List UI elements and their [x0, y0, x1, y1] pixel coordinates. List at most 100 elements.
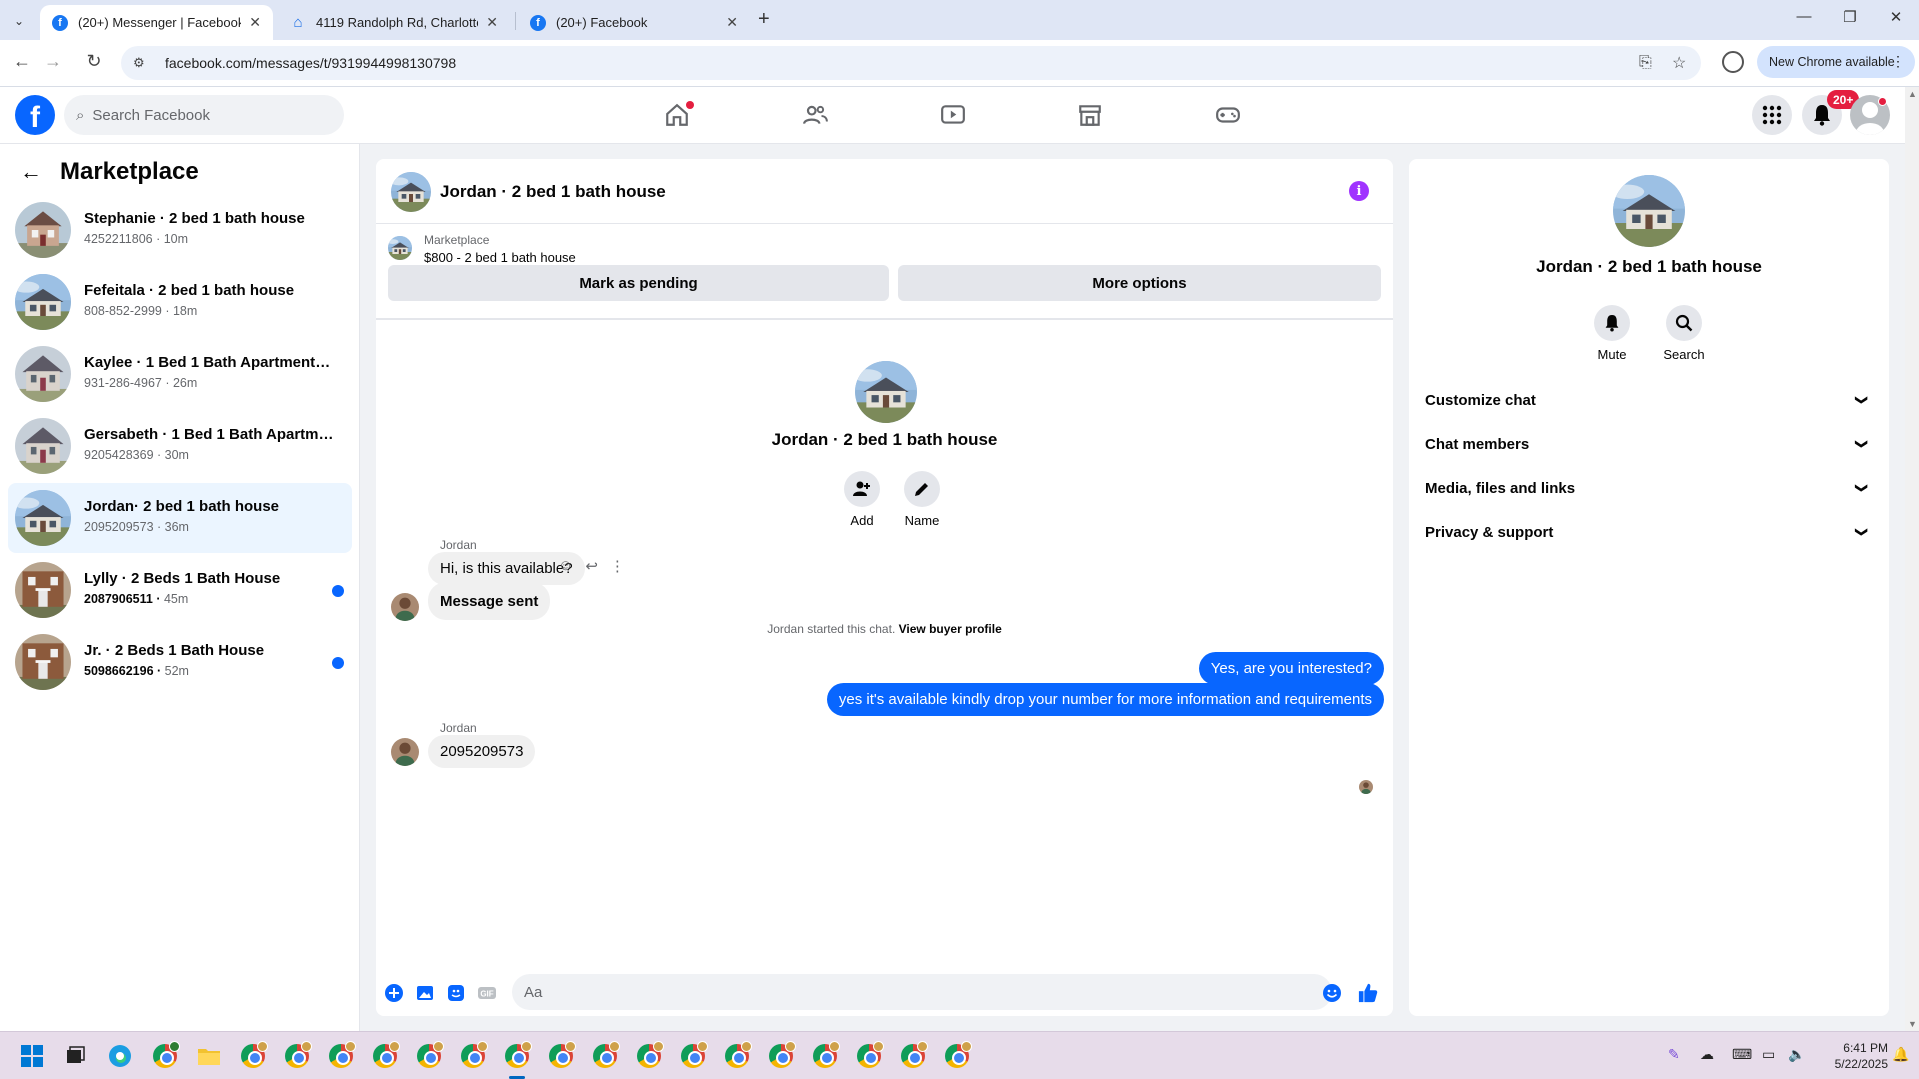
chrome-taskbar-icon[interactable] — [458, 1041, 488, 1071]
gif-icon[interactable]: GIF — [477, 983, 497, 1003]
more-icon[interactable]: ⋮ — [610, 557, 625, 575]
tab-zillow[interactable]: ⌂ 4119 Randolph Rd, Charlotte, N ✕ — [278, 5, 510, 40]
more-options-button[interactable]: More options — [898, 265, 1381, 301]
menu-grid-button[interactable] — [1752, 95, 1792, 135]
sender-avatar[interactable] — [391, 593, 419, 621]
chrome-update-button[interactable]: New Chrome available ⋮ — [1757, 46, 1915, 78]
message-bubble[interactable]: Message sent — [428, 582, 551, 620]
media-files-links-section[interactable]: Media, files and links ❯ — [1425, 470, 1873, 506]
scroll-down-icon[interactable]: ▼ — [1908, 1019, 1917, 1029]
windows-start-icon[interactable] — [17, 1041, 47, 1071]
chrome-taskbar-icon[interactable] — [854, 1041, 884, 1071]
nav-video[interactable] — [933, 99, 973, 131]
chrome-taskbar-icon[interactable] — [238, 1041, 268, 1071]
chrome-taskbar-icon[interactable] — [370, 1041, 400, 1071]
sender-avatar[interactable] — [391, 738, 419, 766]
address-bar[interactable]: ⚙ facebook.com/messages/t/93199449981307… — [121, 46, 1701, 80]
conversation-item-active[interactable]: Jordan· 2 bed 1 bath house 2095209573 · … — [8, 483, 352, 553]
bookmark-star-icon[interactable]: ☆ — [1672, 46, 1686, 80]
tab-close-icon[interactable]: ✕ — [486, 14, 498, 31]
notification-bell-icon[interactable]: 🔔 — [1892, 1046, 1909, 1063]
nav-friends[interactable] — [795, 99, 835, 131]
tab-close-icon[interactable]: ✕ — [726, 14, 738, 31]
keyboard-icon[interactable]: ⌨ — [1732, 1046, 1752, 1063]
chrome-taskbar-icon[interactable] — [150, 1041, 180, 1071]
restore-icon[interactable]: ❐ — [1827, 8, 1873, 26]
mute-button[interactable]: Mute — [1582, 305, 1642, 362]
tab-search-icon[interactable]: ⌄ — [8, 10, 30, 32]
listing-thumbnail[interactable] — [388, 236, 412, 260]
chrome-taskbar-icon[interactable] — [546, 1041, 576, 1071]
scroll-up-icon[interactable]: ▲ — [1908, 89, 1917, 99]
chrome-taskbar-icon[interactable] — [634, 1041, 664, 1071]
chrome-taskbar-icon[interactable] — [326, 1041, 356, 1071]
chrome-taskbar-icon[interactable] — [810, 1041, 840, 1071]
emoji-icon[interactable] — [1322, 983, 1342, 1003]
chat-title[interactable]: Jordan · 2 bed 1 bath house — [440, 182, 666, 202]
pen-icon[interactable]: ✎ — [1668, 1046, 1680, 1063]
photo-icon[interactable] — [415, 983, 435, 1003]
onedrive-icon[interactable]: ☁ — [1700, 1046, 1714, 1063]
chat-avatar[interactable] — [391, 172, 431, 212]
mark-as-pending-button[interactable]: Mark as pending — [388, 265, 889, 301]
message-bubble-outgoing[interactable]: yes it's available kindly drop your numb… — [826, 683, 1384, 716]
site-info-icon[interactable]: ⚙ — [133, 55, 153, 71]
facebook-logo-icon[interactable]: f — [15, 95, 55, 135]
reload-icon[interactable]: ↻ — [82, 51, 106, 72]
reply-icon[interactable]: ↩ — [585, 557, 598, 575]
facebook-search-input[interactable]: ⌕ Search Facebook — [64, 95, 344, 135]
conversation-item[interactable]: Lylly · 2 Beds 1 Bath House 2087906511 ·… — [8, 555, 352, 625]
chrome-taskbar-icon[interactable] — [678, 1041, 708, 1071]
message-input[interactable]: Aa — [512, 974, 1332, 1010]
forward-icon[interactable]: → — [41, 51, 65, 72]
back-arrow-icon[interactable]: ← — [20, 159, 42, 185]
nav-gaming[interactable] — [1208, 99, 1248, 131]
react-icon[interactable]: ☺ — [558, 557, 573, 575]
like-thumb-icon[interactable] — [1358, 983, 1378, 1003]
minimize-icon[interactable]: — — [1781, 8, 1827, 25]
view-buyer-profile-link[interactable]: View buyer profile — [899, 622, 1002, 636]
new-tab-icon[interactable]: + — [758, 8, 770, 31]
chrome-menu-icon[interactable]: ⋮ — [1891, 53, 1905, 70]
message-bubble-outgoing[interactable]: Yes, are you interested? — [1198, 652, 1384, 685]
system-clock[interactable]: 6:41 PM 5/22/2025 — [1822, 1040, 1888, 1072]
task-view-icon[interactable] — [60, 1041, 90, 1071]
message-bubble[interactable]: 2095209573 — [428, 735, 536, 768]
info-icon[interactable]: i — [1349, 181, 1369, 201]
chrome-profile-icon[interactable] — [1722, 51, 1744, 73]
conversation-item[interactable]: Jr. · 2 Beds 1 Bath House 5098662196 · 5… — [8, 627, 352, 697]
chrome-taskbar-icon[interactable] — [766, 1041, 796, 1071]
back-icon[interactable]: ← — [10, 51, 34, 72]
listing-price-title[interactable]: $800 - 2 bed 1 bath house — [424, 250, 576, 265]
privacy-support-section[interactable]: Privacy & support ❯ — [1425, 514, 1873, 550]
customize-chat-section[interactable]: Customize chat ❯ — [1425, 382, 1873, 418]
chrome-taskbar-icon[interactable] — [590, 1041, 620, 1071]
conversation-item[interactable]: Gersabeth · 1 Bed 1 Bath Apartmen... 920… — [8, 411, 352, 481]
tab-messenger[interactable]: f (20+) Messenger | Facebook ✕ — [40, 5, 273, 40]
window-close-icon[interactable]: ✕ — [1873, 8, 1919, 26]
tab-close-icon[interactable]: ✕ — [249, 14, 261, 31]
chrome-taskbar-icon[interactable] — [414, 1041, 444, 1071]
volume-icon[interactable]: 🔈 — [1788, 1046, 1805, 1063]
file-explorer-icon[interactable] — [194, 1041, 224, 1071]
add-people-button[interactable]: Add — [832, 471, 892, 528]
conversation-item[interactable]: Kaylee · 1 Bed 1 Bath Apartment/c... 931… — [8, 339, 352, 409]
conversation-item[interactable]: Fefeitala · 2 bed 1 bath house 808-852-2… — [8, 267, 352, 337]
search-in-chat-button[interactable]: Search — [1654, 305, 1714, 362]
name-chat-button[interactable]: Name — [892, 471, 952, 528]
chrome-taskbar-icon-active[interactable] — [502, 1041, 532, 1071]
plus-circle-icon[interactable] — [384, 983, 404, 1003]
edge-browser-icon[interactable] — [105, 1041, 135, 1071]
chrome-taskbar-icon[interactable] — [722, 1041, 752, 1071]
chrome-taskbar-icon[interactable] — [282, 1041, 312, 1071]
tab-facebook[interactable]: f (20+) Facebook ✕ — [518, 5, 750, 40]
chrome-taskbar-icon[interactable] — [942, 1041, 972, 1071]
page-scrollbar[interactable]: ▲ ▼ — [1905, 87, 1919, 1031]
chrome-taskbar-icon[interactable] — [898, 1041, 928, 1071]
sticker-icon[interactable] — [446, 983, 466, 1003]
install-app-icon[interactable]: ⎘ — [1639, 46, 1652, 80]
nav-marketplace[interactable] — [1070, 99, 1110, 131]
conversation-item[interactable]: Stephanie · 2 bed 1 bath house 425221180… — [8, 195, 352, 265]
chat-members-section[interactable]: Chat members ❯ — [1425, 426, 1873, 462]
network-icon[interactable]: ▭ — [1762, 1046, 1775, 1063]
